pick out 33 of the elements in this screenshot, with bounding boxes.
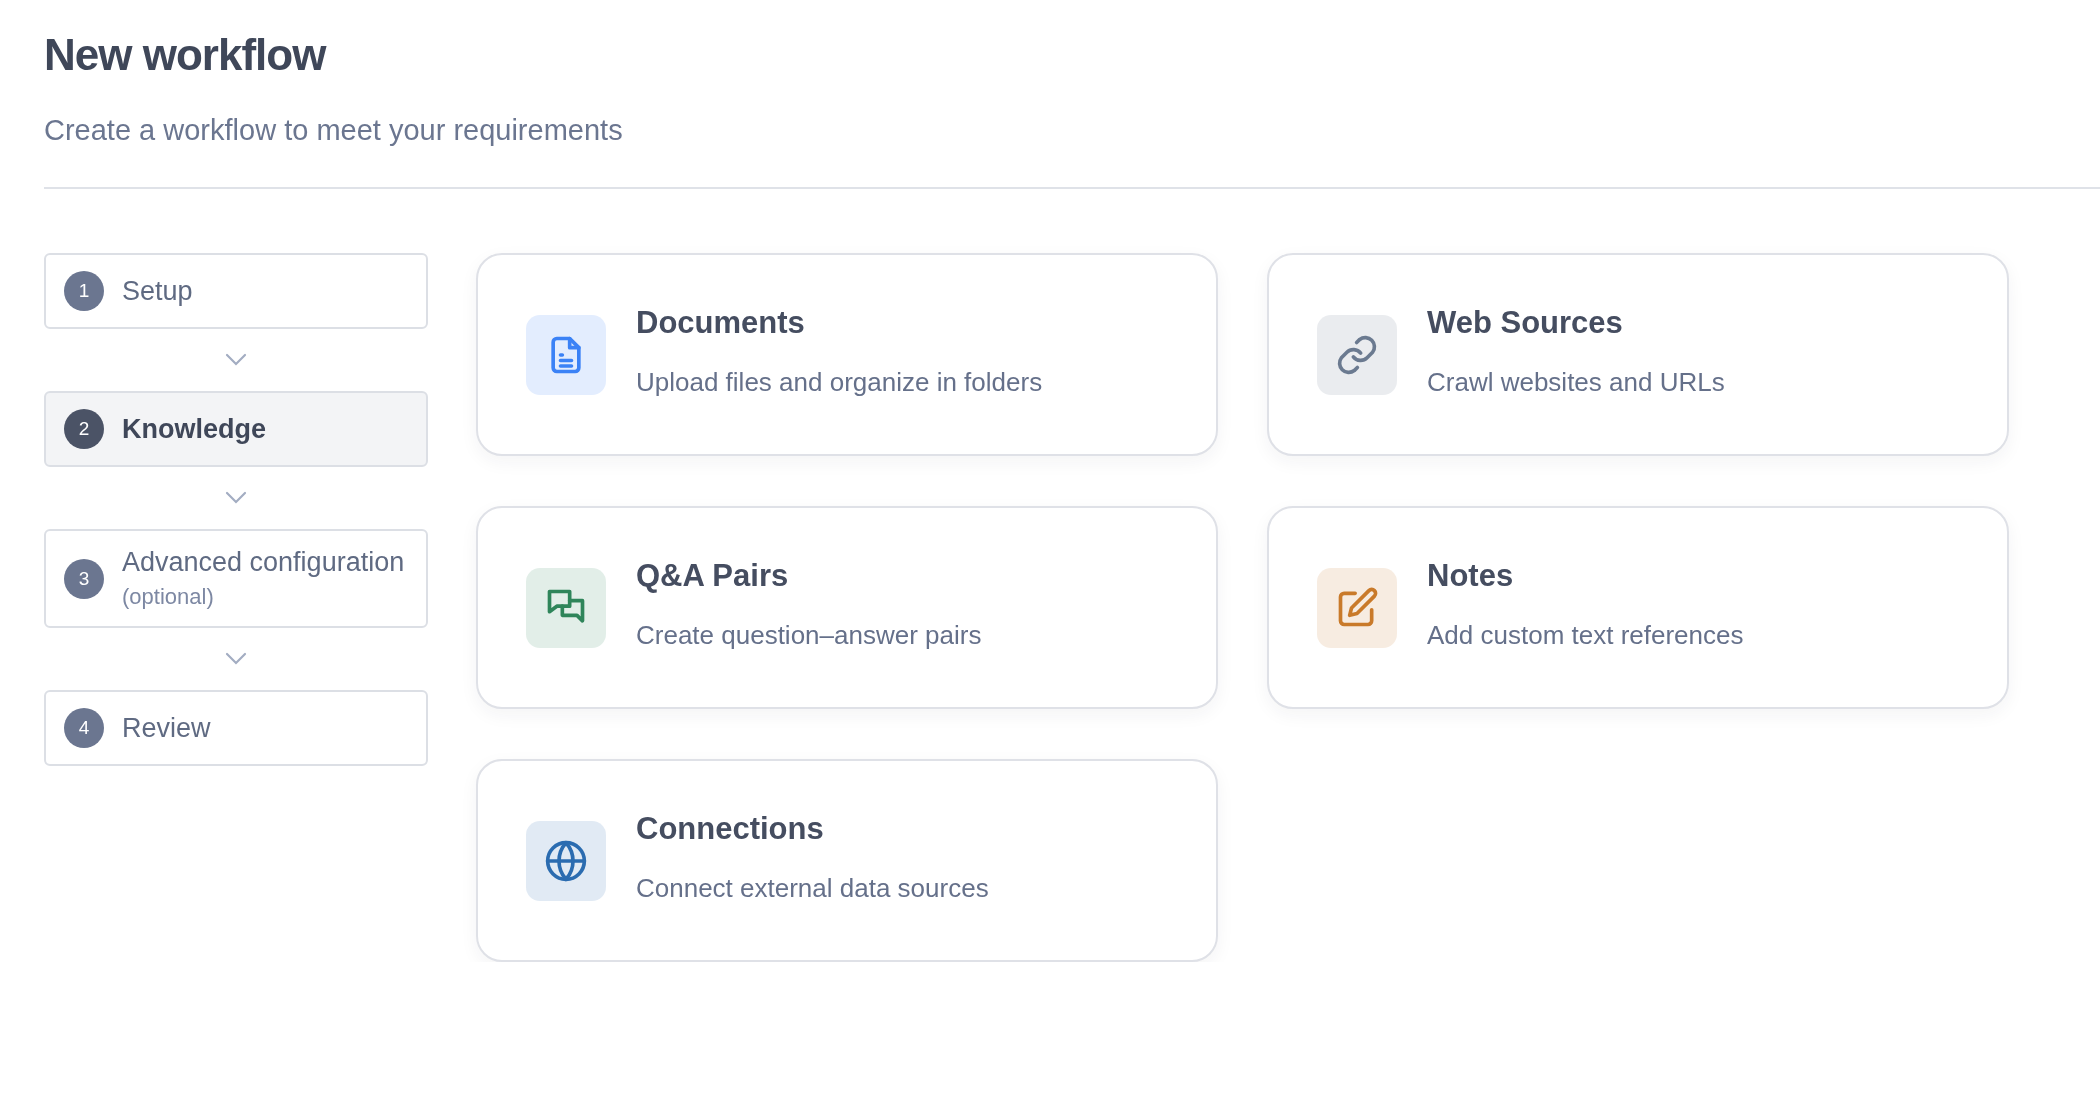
step-item[interactable]: 1 Setup	[44, 253, 428, 329]
source-card[interactable]: Connections Connect external data sources	[476, 759, 1218, 962]
card-description: Create question–answer pairs	[636, 620, 982, 651]
step-label: Review	[122, 712, 211, 744]
source-card[interactable]: Notes Add custom text references	[1267, 506, 2009, 709]
page-title: New workflow	[44, 30, 328, 80]
step-item[interactable]: 3 Advanced configuration (optional)	[44, 529, 428, 628]
card-description: Add custom text references	[1427, 620, 1744, 651]
card-title: Web Sources	[1427, 305, 1624, 341]
page-subtitle: Create a workflow to meet your requirements	[44, 114, 624, 147]
card-title: Notes	[1427, 558, 1515, 594]
step-note: (optional)	[122, 584, 215, 610]
card-title: Q&A Pairs	[636, 558, 790, 594]
card-title: Documents	[636, 305, 806, 341]
step-label: Advanced configuration	[122, 547, 405, 578]
step-label: Knowledge	[122, 413, 266, 445]
card-title: Connections	[636, 811, 825, 847]
card-description: Upload files and organize in folders	[636, 367, 1043, 398]
card-description: Crawl websites and URLs	[1427, 367, 1725, 398]
step-number: 2	[64, 409, 104, 449]
chevron-down-icon	[225, 353, 247, 367]
step-number: 3	[64, 558, 104, 599]
card-description: Connect external data sources	[636, 873, 989, 904]
source-card[interactable]: Web Sources Crawl websites and URLs	[1267, 253, 2009, 456]
source-card[interactable]: Documents Upload files and organize in folders	[476, 253, 1218, 456]
step-item[interactable]: 4 Review	[44, 690, 428, 766]
step-number: 4	[64, 708, 104, 748]
source-card[interactable]: Q&A Pairs Create question–answer pairs	[476, 506, 1218, 709]
chevron-down-icon	[225, 491, 247, 505]
step-label: Setup	[122, 275, 193, 307]
chevron-down-icon	[225, 652, 247, 666]
step-number: 1	[64, 271, 104, 311]
step-item[interactable]: 2 Knowledge	[44, 391, 428, 467]
